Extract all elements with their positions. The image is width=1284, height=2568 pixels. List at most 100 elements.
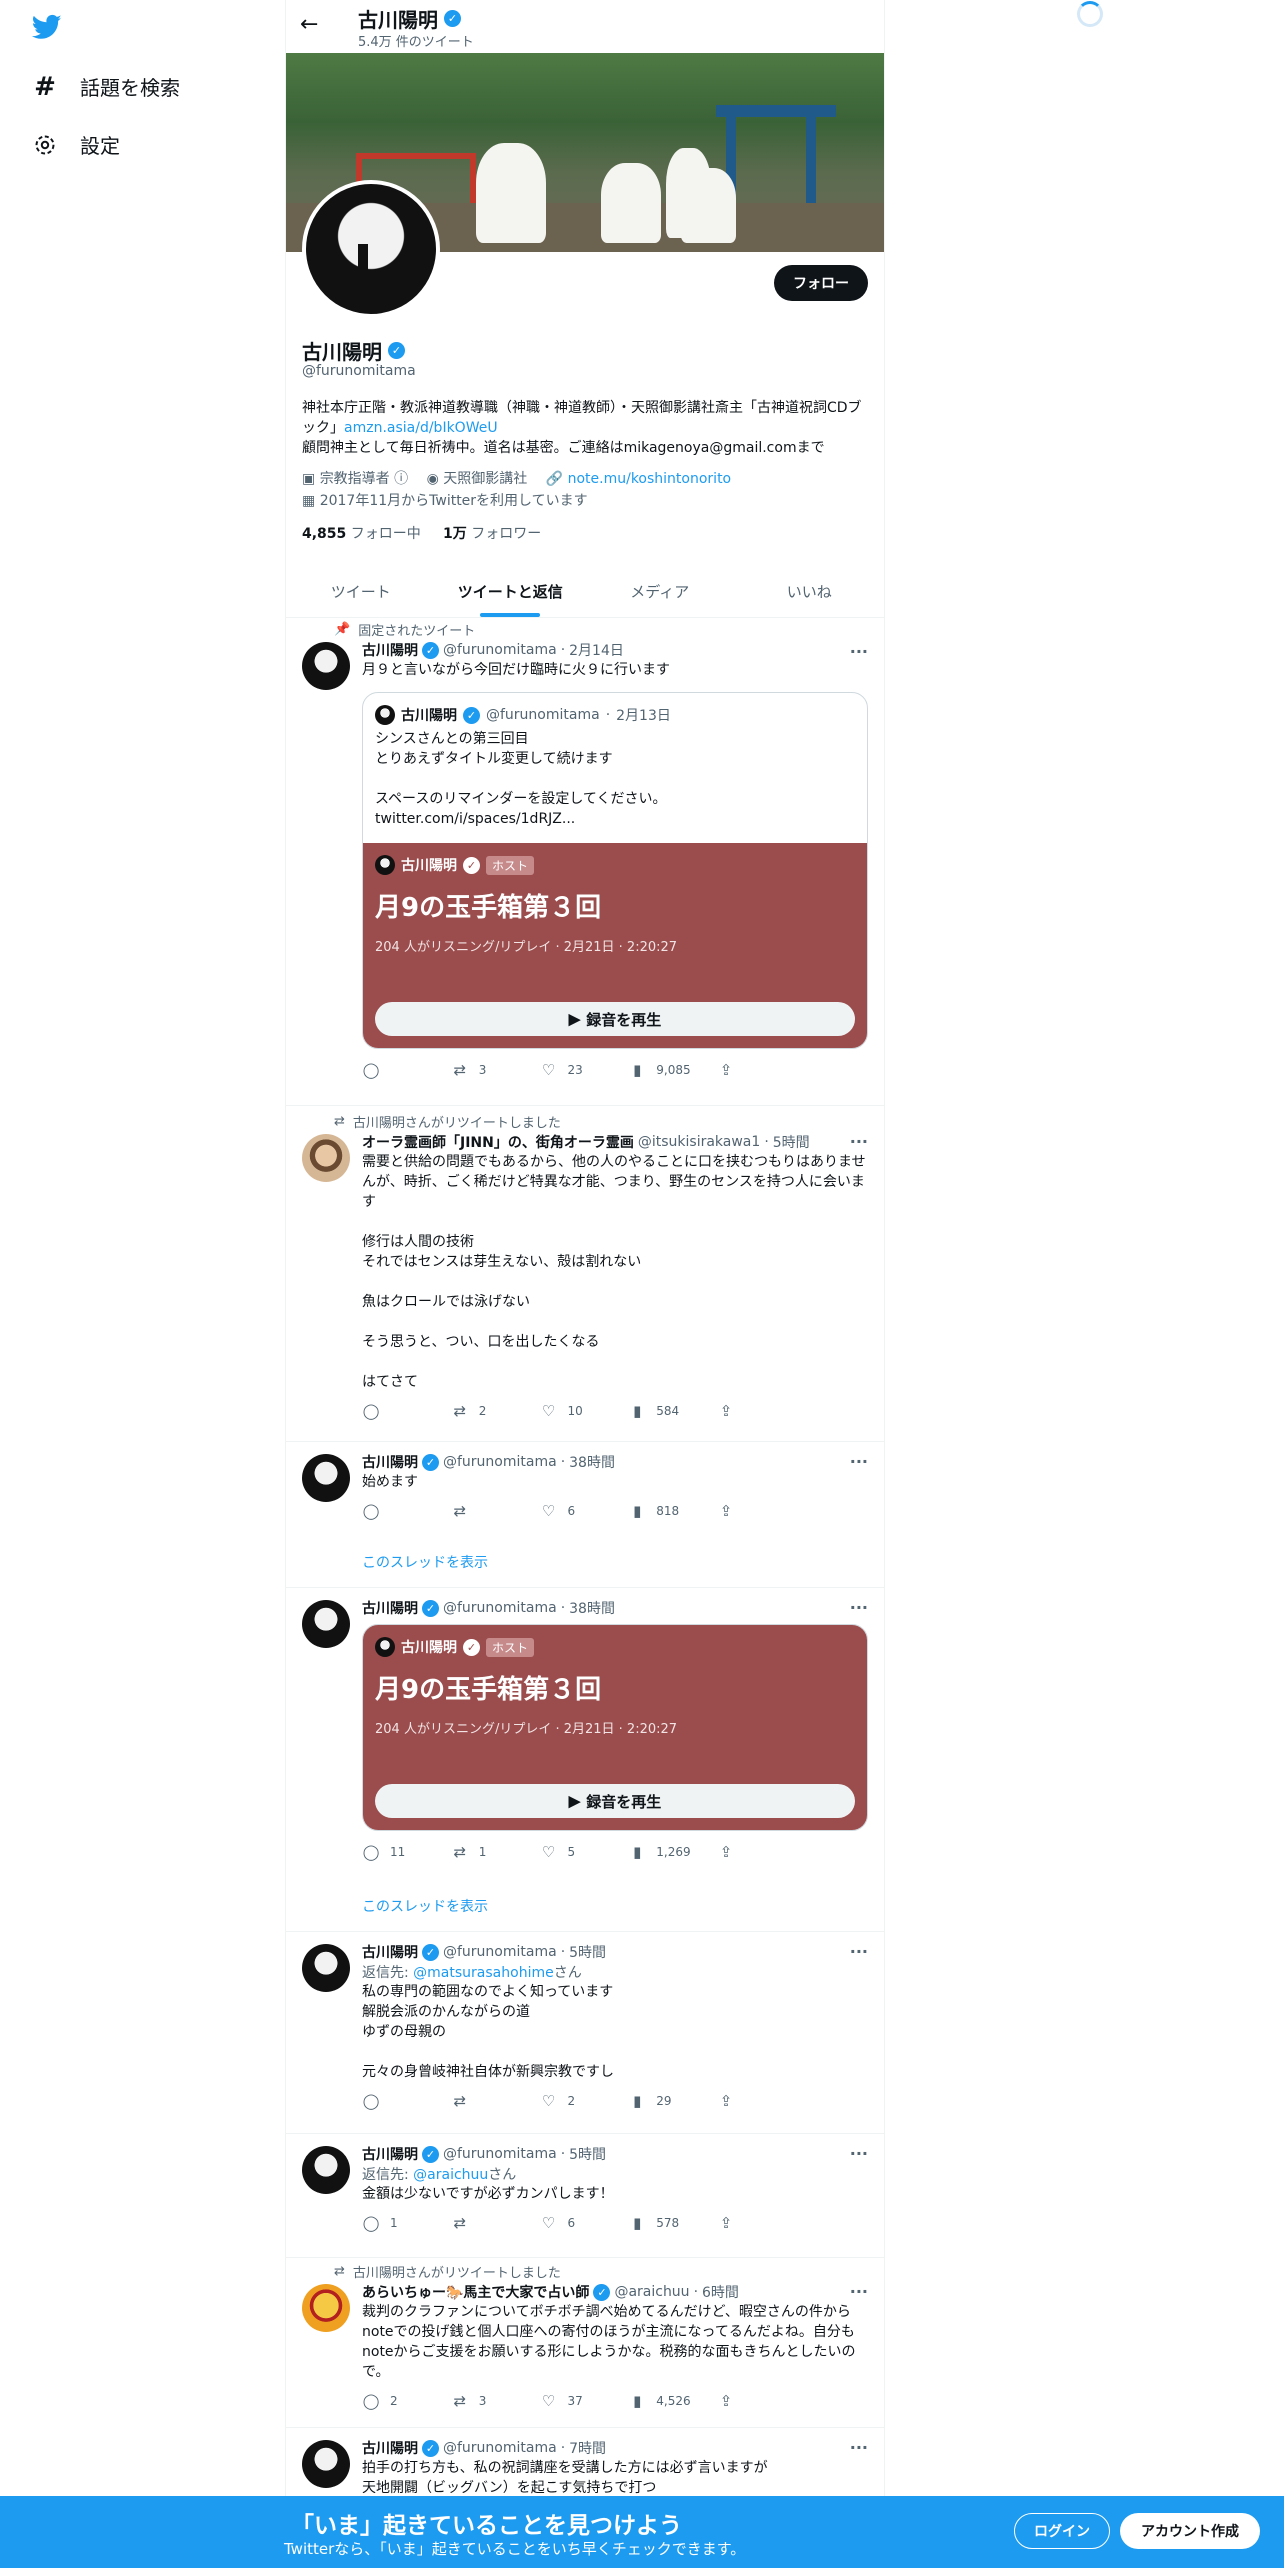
author-handle[interactable]: @araichuu <box>614 2284 689 2300</box>
like-button[interactable]: ♡ 6 <box>540 2214 610 2232</box>
like-button[interactable]: ♡ 5 <box>540 1843 610 1861</box>
tweet-time[interactable]: 38時間 <box>569 1598 615 1618</box>
profile-avatar[interactable] <box>302 180 440 318</box>
author-handle[interactable]: @furunomitama <box>443 1600 557 1616</box>
author-name[interactable]: 古川陽明 <box>362 1598 418 1618</box>
retweet-button[interactable]: ⇄ <box>451 2092 521 2110</box>
reply-button[interactable]: ◯ <box>362 1061 432 1079</box>
author-handle[interactable]: @furunomitama <box>443 2146 557 2162</box>
tweet-retweet[interactable]: ⇄ 古川陽明さんがリツイートしました ··· オーラ霊画師「JINN」の、街角オ… <box>286 1106 884 1442</box>
retweet-button[interactable]: ⇄ <box>451 1502 521 1520</box>
space-card[interactable]: 古川陽明 ✓ ホスト 月9の玉手箱第３回 204 人がリスニング/リプレイ · … <box>363 843 867 1048</box>
author-name[interactable]: あらいちゅー🐎馬主で大家で占い師 <box>362 2282 589 2302</box>
tweet-time[interactable]: 38時間 <box>569 1452 615 1472</box>
share-button[interactable]: ⇪ <box>717 1061 787 1079</box>
tweet-time[interactable]: 5時間 <box>569 2144 606 2164</box>
show-thread-link[interactable]: このスレッドを表示 <box>362 1896 488 1916</box>
context-label[interactable]: 古川陽明さんがリツイートしました <box>353 1112 561 1131</box>
following-link[interactable]: 4,855 フォロー中 <box>302 526 421 542</box>
twitter-logo-icon[interactable] <box>30 12 64 42</box>
tweet-pinned[interactable]: 📌 固定されたツイート ··· 古川陽明 ✓ @furunomitama · 2… <box>286 618 884 1106</box>
space-card[interactable]: 古川陽明 ✓ ホスト 月9の玉手箱第３回 204 人がリスニング/リプレイ · … <box>363 1625 867 1830</box>
reply-to-link[interactable]: @araichuu <box>413 2167 488 2183</box>
avatar[interactable] <box>302 2284 350 2332</box>
views-button[interactable]: ▮ 818 <box>628 1502 698 1520</box>
tweet-time[interactable]: 7時間 <box>569 2438 606 2458</box>
context-label[interactable]: 古川陽明さんがリツイートしました <box>353 2262 561 2281</box>
tab-tweets[interactable]: ツイート <box>286 565 436 617</box>
like-button[interactable]: ♡ 23 <box>540 1061 610 1079</box>
views-button[interactable]: ▮ 584 <box>628 1402 698 1420</box>
author-name[interactable]: 古川陽明 <box>362 1452 418 1472</box>
show-thread-link[interactable]: このスレッドを表示 <box>362 1552 488 1572</box>
nav-settings[interactable]: 設定 <box>32 130 120 159</box>
share-button[interactable]: ⇪ <box>717 1402 787 1420</box>
share-button[interactable]: ⇪ <box>717 1843 787 1861</box>
tweet-reply[interactable]: ··· 古川陽明 ✓ @furunomitama · 5時間 返信先: @ara… <box>286 2134 884 2258</box>
like-button[interactable]: ♡ 6 <box>540 1502 610 1520</box>
login-button[interactable]: ログイン <box>1014 2513 1110 2549</box>
author-handle[interactable]: @furunomitama <box>443 1944 557 1960</box>
play-recording-button[interactable]: ▶ 録音を再生 <box>375 1784 855 1818</box>
avatar[interactable] <box>302 1944 350 1992</box>
retweet-button[interactable]: ⇄ 3 <box>451 2392 521 2410</box>
tweet-thread-start[interactable]: ··· 古川陽明 ✓ @furunomitama · 38時間 始めます ◯ ⇄… <box>286 1442 884 1588</box>
tweet-time[interactable]: 5時間 <box>773 1132 810 1152</box>
tweet-time[interactable]: 2月14日 <box>569 640 624 660</box>
views-button[interactable]: ▮ 1,269 <box>628 1843 698 1861</box>
play-recording-button[interactable]: ▶ 録音を再生 <box>375 1002 855 1036</box>
quoted-tweet[interactable]: 古川陽明 ✓ @furunomitama · 2月13日 シンスさんとの第三回目… <box>362 692 868 1049</box>
author-name[interactable]: 古川陽明 <box>362 2438 418 2458</box>
author-name[interactable]: オーラ霊画師「JINN」の、街角オーラ霊画 <box>362 1132 634 1152</box>
tweet-time[interactable]: 5時間 <box>569 1942 606 1962</box>
like-button[interactable]: ♡ 37 <box>540 2392 610 2410</box>
retweet-button[interactable]: ⇄ 1 <box>451 1843 521 1861</box>
reply-button[interactable]: ◯ 1 <box>362 2214 432 2232</box>
share-button[interactable]: ⇪ <box>717 1502 787 1520</box>
views-button[interactable]: ▮ 4,526 <box>628 2392 698 2410</box>
author-name[interactable]: 古川陽明 <box>362 1942 418 1962</box>
views-button[interactable]: ▮ 29 <box>628 2092 698 2110</box>
views-button[interactable]: ▮ 9,085 <box>628 1061 698 1079</box>
tweet-time[interactable]: 6時間 <box>702 2282 739 2302</box>
signup-button[interactable]: アカウント作成 <box>1120 2513 1260 2549</box>
tweet-space[interactable]: ··· 古川陽明 ✓ @furunomitama · 38時間 古川陽明 ✓ ホ… <box>286 1588 884 1932</box>
space-card-wrapper[interactable]: 古川陽明 ✓ ホスト 月9の玉手箱第３回 204 人がリスニング/リプレイ · … <box>362 1624 868 1831</box>
avatar[interactable] <box>302 2146 350 2194</box>
avatar[interactable] <box>302 1134 350 1182</box>
avatar[interactable] <box>302 642 350 690</box>
avatar[interactable] <box>302 1454 350 1502</box>
author-name[interactable]: 古川陽明 <box>362 640 418 660</box>
reply-button[interactable]: ◯ 11 <box>362 1843 432 1861</box>
tab-media[interactable]: メディア <box>585 565 735 617</box>
reply-button[interactable]: ◯ <box>362 1502 432 1520</box>
reply-button[interactable]: ◯ <box>362 1402 432 1420</box>
tweet-reply[interactable]: ··· 古川陽明 ✓ @furunomitama · 5時間 返信先: @mat… <box>286 1932 884 2134</box>
avatar[interactable] <box>302 2440 350 2488</box>
author-handle[interactable]: @furunomitama <box>443 1454 557 1470</box>
retweet-button[interactable]: ⇄ 2 <box>451 1402 521 1420</box>
like-button[interactable]: ♡ 10 <box>540 1402 610 1420</box>
author-handle[interactable]: @furunomitama <box>443 642 557 658</box>
followers-link[interactable]: 1万 フォロワー <box>443 526 541 542</box>
tweet-retweet[interactable]: ⇄ 古川陽明さんがリツイートしました ··· あらいちゅー🐎馬主で大家で占い師 … <box>286 2258 884 2428</box>
nav-explore[interactable]: # 話題を検索 <box>32 72 180 102</box>
author-name[interactable]: 古川陽明 <box>362 2144 418 2164</box>
views-button[interactable]: ▮ 578 <box>628 2214 698 2232</box>
share-button[interactable]: ⇪ <box>717 2092 787 2110</box>
like-button[interactable]: ♡ 2 <box>540 2092 610 2110</box>
follow-button[interactable]: フォロー <box>774 265 868 301</box>
share-button[interactable]: ⇪ <box>717 2214 787 2232</box>
back-arrow-icon[interactable]: ← <box>300 12 318 37</box>
retweet-button[interactable]: ⇄ <box>451 2214 521 2232</box>
retweet-button[interactable]: ⇄ 3 <box>451 1061 521 1079</box>
tab-likes[interactable]: いいね <box>735 565 885 617</box>
reply-button[interactable]: ◯ <box>362 2092 432 2110</box>
share-button[interactable]: ⇪ <box>717 2392 787 2410</box>
avatar[interactable] <box>302 1600 350 1648</box>
profile-website-link[interactable]: note.mu/koshintonorito <box>568 471 732 487</box>
author-handle[interactable]: @itsukisirakawa1 <box>638 1134 760 1150</box>
tab-tweets-and-replies[interactable]: ツイートと返信 <box>436 565 586 617</box>
reply-button[interactable]: ◯ 2 <box>362 2392 432 2410</box>
bio-link[interactable]: amzn.asia/d/bIkOWeU <box>344 420 498 436</box>
